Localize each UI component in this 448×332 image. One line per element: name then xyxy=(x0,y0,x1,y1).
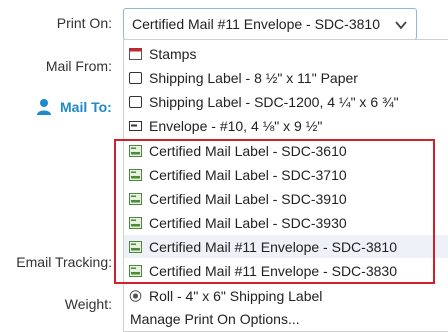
option-certified-label-3910[interactable]: Certified Mail Label - SDC-3910 xyxy=(124,187,448,210)
mail-from-label: Mail From: xyxy=(45,58,112,74)
option-certified-envelope-3830[interactable]: Certified Mail #11 Envelope - SDC-3830 xyxy=(124,259,448,282)
roll-icon xyxy=(129,289,142,302)
manage-print-on-options-link[interactable]: Manage Print On Options... xyxy=(124,307,448,330)
weight-label: Weight: xyxy=(64,296,112,312)
option-certified-envelope-3810[interactable]: Certified Mail #11 Envelope - SDC-3810 xyxy=(124,235,448,258)
mail-to-label: Mail To: xyxy=(36,98,116,116)
print-on-select-value: Certified Mail #11 Envelope - SDC-3810 xyxy=(132,16,380,32)
option-stamps[interactable]: Stamps xyxy=(124,42,448,65)
mail-to-text: Mail To: xyxy=(60,99,112,115)
envelope-icon xyxy=(129,120,142,131)
label-sheet-icon xyxy=(129,95,142,108)
print-on-select[interactable]: Certified Mail #11 Envelope - SDC-3810 xyxy=(123,8,417,40)
option-envelope-10[interactable]: Envelope - #10, 4 ⅛" x 9 ½" xyxy=(124,114,448,137)
certified-mail-icon xyxy=(129,168,142,181)
option-certified-label-3930[interactable]: Certified Mail Label - SDC-3930 xyxy=(124,211,448,234)
option-shipping-label-sdc1200[interactable]: Shipping Label - SDC-1200, 4 ¼" x 6 ¾" xyxy=(124,90,448,113)
label-sheet-icon xyxy=(129,71,142,84)
option-shipping-label-paper[interactable]: Shipping Label - 8 ½" x 11" Paper xyxy=(124,66,448,89)
option-certified-label-3610[interactable]: Certified Mail Label - SDC-3610 xyxy=(124,139,448,162)
person-icon xyxy=(37,99,51,115)
email-tracking-label: Email Tracking: xyxy=(16,254,112,270)
stamp-icon xyxy=(129,47,142,60)
certified-mail-icon xyxy=(129,264,142,277)
option-roll-label[interactable]: Roll - 4" x 6" Shipping Label xyxy=(124,284,448,307)
certified-mail-icon xyxy=(129,240,142,253)
certified-mail-icon xyxy=(129,216,142,229)
certified-mail-icon xyxy=(129,192,142,205)
certified-mail-icon xyxy=(129,144,142,157)
print-on-label: Print On: xyxy=(56,15,112,31)
chevron-down-icon[interactable] xyxy=(394,18,408,32)
option-certified-label-3710[interactable]: Certified Mail Label - SDC-3710 xyxy=(124,163,448,186)
print-on-dropdown: Stamps Shipping Label - 8 ½" x 11" Paper… xyxy=(123,39,448,332)
